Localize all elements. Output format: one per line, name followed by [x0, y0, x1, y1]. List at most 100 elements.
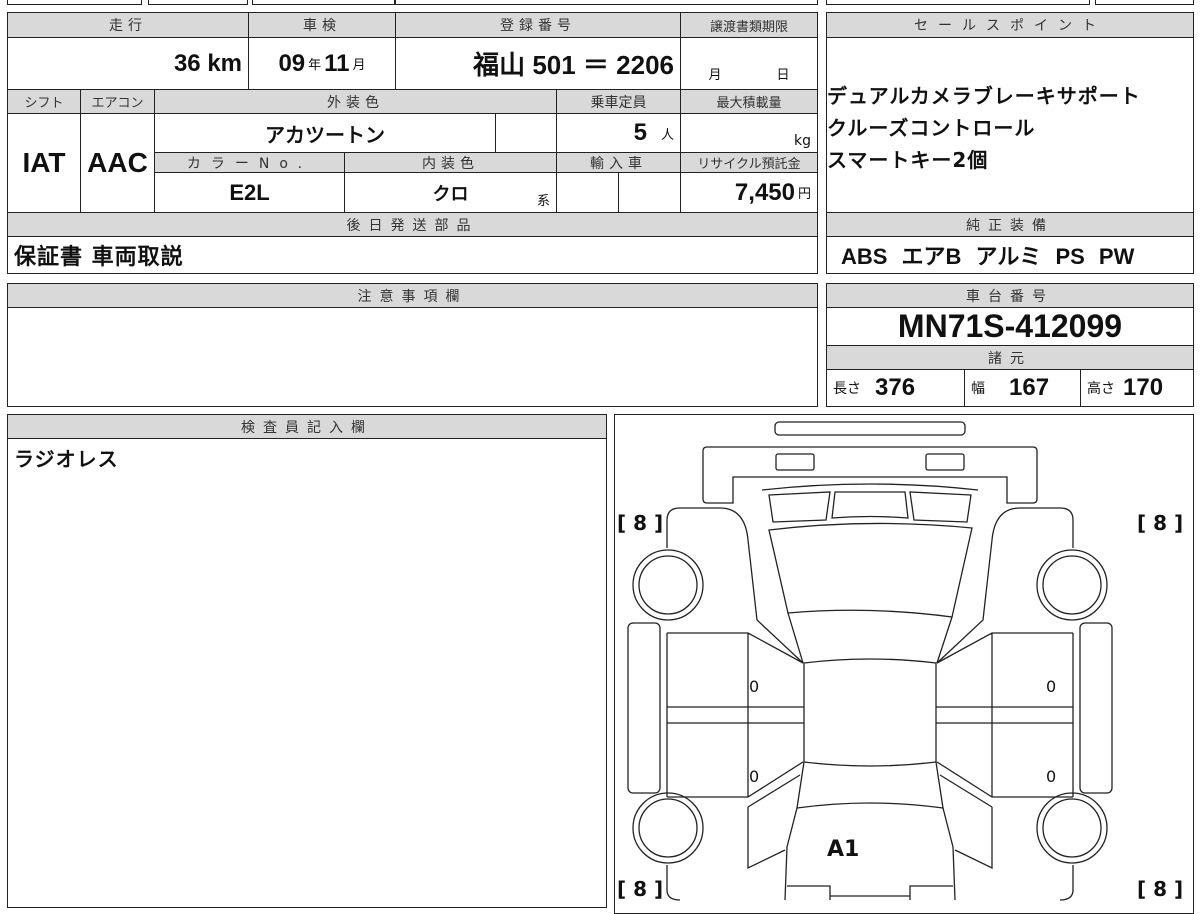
transfer-deadline-cell: 月日 — [680, 37, 818, 90]
max-load-unit: kg — [794, 133, 811, 149]
exterior-color-extra — [495, 113, 557, 153]
headlight-left — [774, 452, 815, 471]
width-value: 167 — [1009, 374, 1050, 401]
rocker-left — [626, 621, 661, 794]
left-doors — [665, 631, 804, 798]
roof — [802, 657, 937, 767]
mileage-unit: km — [207, 49, 242, 77]
damage-diagram: [ 8 ] [ 8 ] [ 8 ] [ 8 ] 0 0 0 0 A1 — [614, 414, 1194, 914]
inspector-value: ラジオレス — [14, 447, 119, 471]
capacity-unit: 人 — [660, 126, 674, 142]
height-label: 高さ — [1087, 381, 1115, 397]
top-strip-cell — [395, 0, 818, 5]
shift-header: シフト — [7, 89, 81, 114]
length-label: 長さ — [833, 381, 861, 397]
equipment-value: ABS エアB アルミ PS PW — [826, 236, 1194, 274]
left-fender — [665, 506, 803, 663]
door-fr-mark: 0 — [1046, 677, 1057, 696]
shaken-header: 車検 — [248, 12, 396, 38]
spec-width: 幅 167 — [964, 369, 1081, 407]
capacity-cell: 5人 — [556, 113, 681, 153]
headlight-right — [924, 452, 965, 471]
wheel-rear-left — [631, 791, 704, 864]
year-unit: 年 — [308, 57, 322, 72]
capacity-value: 5 — [633, 119, 647, 146]
windshield — [767, 522, 973, 618]
specs-header: 諸元 — [826, 345, 1194, 370]
registration-header: 登録番号 — [395, 12, 681, 38]
import-header: 輸入車 — [556, 152, 681, 173]
notes-body — [7, 307, 818, 407]
tire-rear-left-label: [ 8 ] — [617, 877, 664, 901]
door-rl-mark: 0 — [749, 767, 760, 786]
max-load-cell: kg — [680, 113, 818, 153]
wheel-front-right — [1035, 548, 1108, 621]
day-unit: 日 — [776, 68, 790, 83]
door-fl-mark: 0 — [749, 677, 760, 696]
shaken-cell: 09 年 11 月 — [248, 37, 396, 90]
chassis-value: MN71S-412099 — [826, 307, 1194, 346]
top-strip-cell — [826, 0, 1090, 5]
inspector-body: ラジオレス — [7, 438, 607, 908]
top-strip-cell — [1095, 0, 1194, 5]
tire-front-right-label: [ 8 ] — [1137, 511, 1184, 535]
equipment-header: 純正装備 — [826, 212, 1194, 237]
right-fender — [936, 506, 1074, 663]
transfer-deadline-header: 譲渡書類期限 — [680, 12, 818, 38]
length-value: 376 — [875, 374, 916, 401]
sales-point-line: スマートキー2個 — [827, 148, 989, 172]
max-load-header: 最大積載量 — [680, 89, 818, 114]
wheel-front-left — [631, 548, 704, 621]
mileage-value: 36 — [173, 49, 201, 77]
top-strip-cell — [7, 0, 142, 5]
color-no-header: カラーNo. — [154, 152, 345, 173]
aircon-header: エアコン — [80, 89, 155, 114]
sales-point-line: デュアルカメラブレーキサポート — [827, 84, 1141, 108]
recycle-value: 7,450 — [734, 178, 795, 206]
later-parts-value: 保証書 車両取説 — [7, 236, 818, 274]
shaken-month: 11 — [324, 49, 350, 77]
rocker-right — [1078, 621, 1113, 794]
notes-header: 注意事項欄 — [7, 283, 818, 308]
sales-points-body: デュアルカメラブレーキサポート クルーズコントロール スマートキー2個 — [826, 37, 1194, 213]
interior-color-cell: クロ系 — [344, 172, 557, 213]
door-rr-mark: 0 — [1046, 767, 1057, 786]
sales-point-line: クルーズコントロール — [827, 116, 1036, 140]
spec-length: 長さ 376 — [826, 369, 965, 407]
shift-value: IAT — [7, 113, 81, 213]
top-strip-cell — [148, 0, 248, 5]
a-pillars — [786, 612, 953, 663]
registration-value: 福山 501 ＝ 2206 — [395, 37, 681, 90]
exterior-color-value: アカツートン — [154, 113, 496, 153]
recycle-cell: 7,450 円 — [680, 172, 818, 213]
rear-window — [795, 761, 944, 809]
hood — [761, 482, 978, 523]
month-unit: 月 — [708, 68, 722, 83]
rear-bumper — [786, 884, 953, 900]
interior-color-header: 内装色 — [344, 152, 557, 173]
front-panel — [701, 445, 1038, 504]
inspector-header: 検査員記入欄 — [7, 414, 607, 439]
spec-height: 高さ 170 — [1080, 369, 1194, 407]
recycle-unit: 円 — [797, 186, 811, 201]
mileage-header: 走行 — [7, 12, 249, 38]
exterior-color-header: 外装色 — [154, 89, 557, 114]
import-cell-1 — [556, 172, 619, 213]
tire-rear-right-label: [ 8 ] — [1137, 877, 1184, 901]
rear-damage-mark: A1 — [827, 837, 860, 862]
top-strip-cell — [252, 0, 395, 5]
wheel-rear-right — [1035, 791, 1108, 864]
front-bumper — [773, 420, 966, 436]
interior-color-value: クロ — [432, 183, 469, 204]
aircon-value: AAC — [80, 113, 155, 213]
recycle-header: リサイクル預託金 — [680, 152, 818, 173]
height-value: 170 — [1123, 374, 1164, 401]
later-parts-header: 後日発送部品 — [7, 212, 818, 237]
color-no-value: E2L — [154, 172, 345, 213]
import-cell-2 — [618, 172, 681, 213]
capacity-header: 乗車定員 — [556, 89, 681, 114]
width-label: 幅 — [971, 381, 985, 397]
mileage-cell: 36 km — [7, 37, 249, 90]
chassis-header: 車台番号 — [826, 283, 1194, 308]
car-diagram — [626, 420, 1113, 901]
